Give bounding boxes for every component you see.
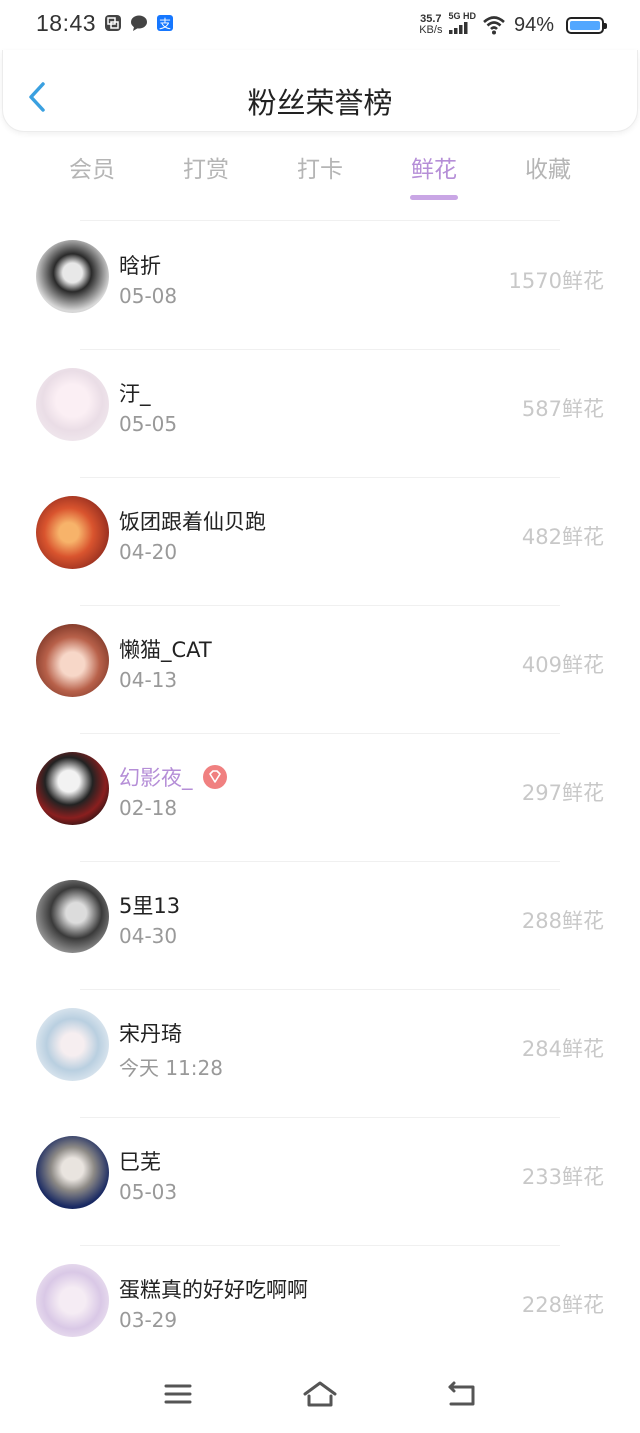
battery-percent: 94%	[513, 13, 554, 36]
fan-date: 05-03	[119, 1180, 178, 1204]
fan-name: 蛋糕真的好好吃啊啊	[119, 1278, 308, 1302]
fan-name: 饭团跟着仙贝跑	[119, 510, 266, 534]
fan-row[interactable]: 晗折 05-08 1570鲜花	[0, 222, 640, 350]
flower-count: 587鲜花	[521, 397, 604, 421]
tab-flowers[interactable]: 鲜花	[384, 150, 484, 200]
fan-name: 晗折	[119, 254, 161, 278]
fan-row[interactable]: 蛋糕真的好好吃啊啊 03-29 228鲜花	[0, 1246, 640, 1374]
fan-name: 巳芜	[119, 1150, 161, 1174]
battery-icon	[566, 16, 607, 34]
system-nav-bar	[0, 1360, 640, 1433]
fan-date: 05-08	[119, 284, 178, 308]
flower-count: 233鲜花	[521, 1165, 604, 1189]
menu-icon[interactable]	[158, 1374, 198, 1414]
avatar	[36, 368, 109, 441]
vip-diamond-icon	[202, 765, 227, 789]
flower-count: 228鲜花	[521, 1293, 604, 1317]
status-time: 18:43	[36, 10, 97, 36]
avatar	[36, 1264, 109, 1337]
tab-tips[interactable]: 打赏	[156, 150, 256, 184]
fan-date: 05-05	[119, 412, 178, 436]
chat-notification-icon	[131, 15, 147, 31]
fan-row[interactable]: 5里13 04-30 288鲜花	[0, 862, 640, 990]
gallery-notification-icon	[105, 15, 121, 31]
tabs-divider	[80, 220, 560, 221]
fan-name: 5里13	[119, 894, 181, 918]
tab-bar: 会员 打赏 打卡 鲜花 收藏	[0, 150, 640, 206]
avatar	[36, 624, 109, 697]
tab-checkin[interactable]: 打卡	[270, 150, 370, 184]
fan-date: 03-29	[119, 1308, 178, 1332]
header: 粉丝荣誉榜	[2, 50, 638, 132]
status-right-group: 35.7 KB/s 5G HD 94%	[419, 8, 607, 42]
fan-date: 04-30	[119, 924, 178, 948]
flower-count: 284鲜花	[521, 1037, 604, 1061]
fan-date: 02-18	[119, 796, 178, 820]
net-speed: 35.7 KB/s	[419, 13, 443, 36]
fan-row[interactable]: 巳芜 05-03 233鲜花	[0, 1118, 640, 1246]
flower-count: 482鲜花	[521, 525, 604, 549]
fan-row[interactable]: 宋丹琦 今天 11:28 284鲜花	[0, 990, 640, 1118]
avatar	[36, 1008, 109, 1081]
fan-row[interactable]: 汙_ 05-05 587鲜花	[0, 350, 640, 478]
home-icon[interactable]	[300, 1374, 340, 1414]
avatar	[36, 752, 109, 825]
avatar	[36, 496, 109, 569]
flower-count: 288鲜花	[521, 909, 604, 933]
tab-membership[interactable]: 会员	[42, 150, 142, 184]
svg-text:支: 支	[159, 17, 171, 31]
avatar	[36, 880, 109, 953]
fan-name-vip: 幻影夜_	[119, 762, 227, 792]
flower-count: 409鲜花	[521, 653, 604, 677]
tab-flowers-label: 鲜花	[411, 157, 457, 183]
alipay-notification-icon: 支	[157, 15, 173, 31]
fan-row[interactable]: 懒猫_CAT 04-13 409鲜花	[0, 606, 640, 734]
wifi-icon	[483, 16, 505, 35]
fan-name: 懒猫_CAT	[119, 638, 212, 662]
signal-icon	[449, 21, 468, 34]
fan-name-text: 幻影夜_	[119, 766, 193, 790]
flower-count: 1570鲜花	[508, 269, 604, 293]
status-bar: 18:43 支 35.7 KB/s 5G HD 94%	[0, 0, 640, 50]
page-title: 粉丝荣誉榜	[247, 86, 393, 120]
signal-group: 5G HD	[448, 11, 476, 39]
fan-row[interactable]: 幻影夜_ 02-18 297鲜花	[0, 734, 640, 862]
fan-name: 宋丹琦	[119, 1022, 182, 1046]
fan-date: 今天 11:28	[119, 1056, 223, 1080]
fan-date: 04-13	[119, 668, 178, 692]
flower-count: 297鲜花	[521, 781, 604, 805]
avatar	[36, 1136, 109, 1209]
tab-active-indicator	[410, 195, 458, 200]
back-icon[interactable]	[442, 1374, 482, 1414]
avatar	[36, 240, 109, 313]
tab-favorites[interactable]: 收藏	[498, 150, 598, 184]
fan-name: 汙_	[119, 382, 151, 406]
fan-date: 04-20	[119, 540, 178, 564]
fan-row[interactable]: 饭团跟着仙贝跑 04-20 482鲜花	[0, 478, 640, 606]
